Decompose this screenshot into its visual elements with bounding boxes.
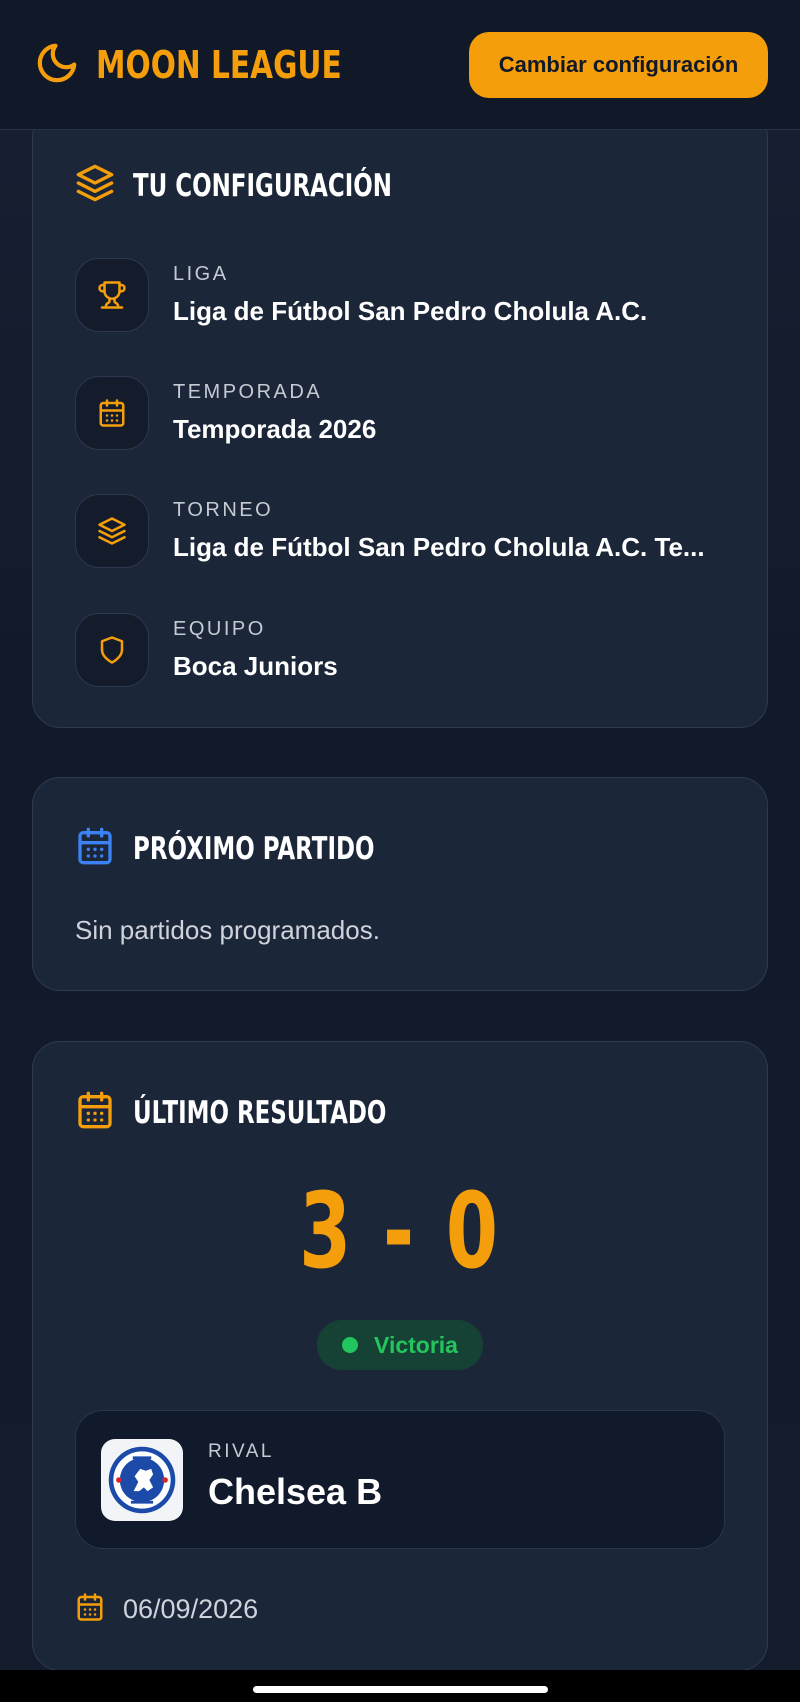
- last-result-title-text: ÚLTIMO RESULTADO: [133, 1094, 387, 1131]
- moon-icon: [34, 40, 80, 91]
- brand-name: MOON LEAGUE: [96, 43, 342, 87]
- config-title-text: TU CONFIGURACIÓN: [133, 167, 392, 204]
- shield-icon: [75, 613, 149, 687]
- layers-icon: [75, 494, 149, 568]
- home-indicator[interactable]: [253, 1686, 548, 1693]
- config-card-title: TU CONFIGURACIÓN: [75, 163, 483, 208]
- config-row-torneo: TORNEO Liga de Fútbol San Pedro Cholula …: [75, 494, 735, 568]
- app-header: MOON LEAGUE Cambiar configuración: [0, 0, 800, 130]
- config-row-liga: LIGA Liga de Fútbol San Pedro Cholula A.…: [75, 258, 735, 332]
- config-label: LIGA: [173, 263, 229, 285]
- match-date-row: 06/09/2026: [75, 1592, 258, 1627]
- config-value: Boca Juniors: [173, 651, 338, 681]
- status-dot-icon: [342, 1337, 359, 1353]
- result-badge-label: Victoria: [374, 1331, 458, 1358]
- trophy-icon: [75, 258, 149, 332]
- config-row-equipo: EQUIPO Boca Juniors: [75, 613, 735, 687]
- rival-name: Chelsea B: [208, 1471, 383, 1512]
- match-score: 3 - 0: [299, 1170, 501, 1292]
- config-value: Liga de Fútbol San Pedro Cholula A.C.: [173, 296, 648, 326]
- change-config-button[interactable]: Cambiar configuración: [469, 32, 768, 98]
- last-result-title: ÚLTIMO RESULTADO: [75, 1090, 475, 1135]
- config-label: TORNEO: [173, 499, 274, 521]
- rival-panel[interactable]: RIVAL Chelsea B: [75, 1410, 725, 1549]
- last-result-card: ÚLTIMO RESULTADO 3 - 0 Victoria RIVAL Ch…: [32, 1041, 768, 1671]
- match-date: 06/09/2026: [123, 1594, 259, 1624]
- calendar-icon: [75, 826, 115, 871]
- config-value: Temporada 2026: [173, 414, 377, 444]
- calendar-icon: [75, 1090, 115, 1135]
- chelsea-crest-icon: [101, 1439, 183, 1521]
- calendar-icon: [75, 1592, 105, 1627]
- next-match-title-text: PRÓXIMO PARTIDO: [133, 830, 375, 867]
- result-badge: Victoria: [317, 1320, 483, 1370]
- config-label: TEMPORADA: [173, 381, 323, 403]
- layers-icon: [75, 163, 115, 208]
- config-value: Liga de Fútbol San Pedro Cholula A.C. Te…: [173, 532, 705, 562]
- next-match-card: PRÓXIMO PARTIDO Sin partidos programados…: [32, 777, 768, 991]
- no-matches-text: Sin partidos programados.: [75, 915, 380, 945]
- config-label: EQUIPO: [173, 618, 266, 640]
- config-row-temporada: TEMPORADA Temporada 2026: [75, 376, 735, 450]
- rival-label: RIVAL: [208, 1441, 275, 1462]
- next-match-title: PRÓXIMO PARTIDO: [75, 826, 459, 871]
- brand[interactable]: MOON LEAGUE: [34, 38, 411, 92]
- config-card: TU CONFIGURACIÓN LIGA Liga de Fútbol San…: [32, 110, 768, 728]
- calendar-icon: [75, 376, 149, 450]
